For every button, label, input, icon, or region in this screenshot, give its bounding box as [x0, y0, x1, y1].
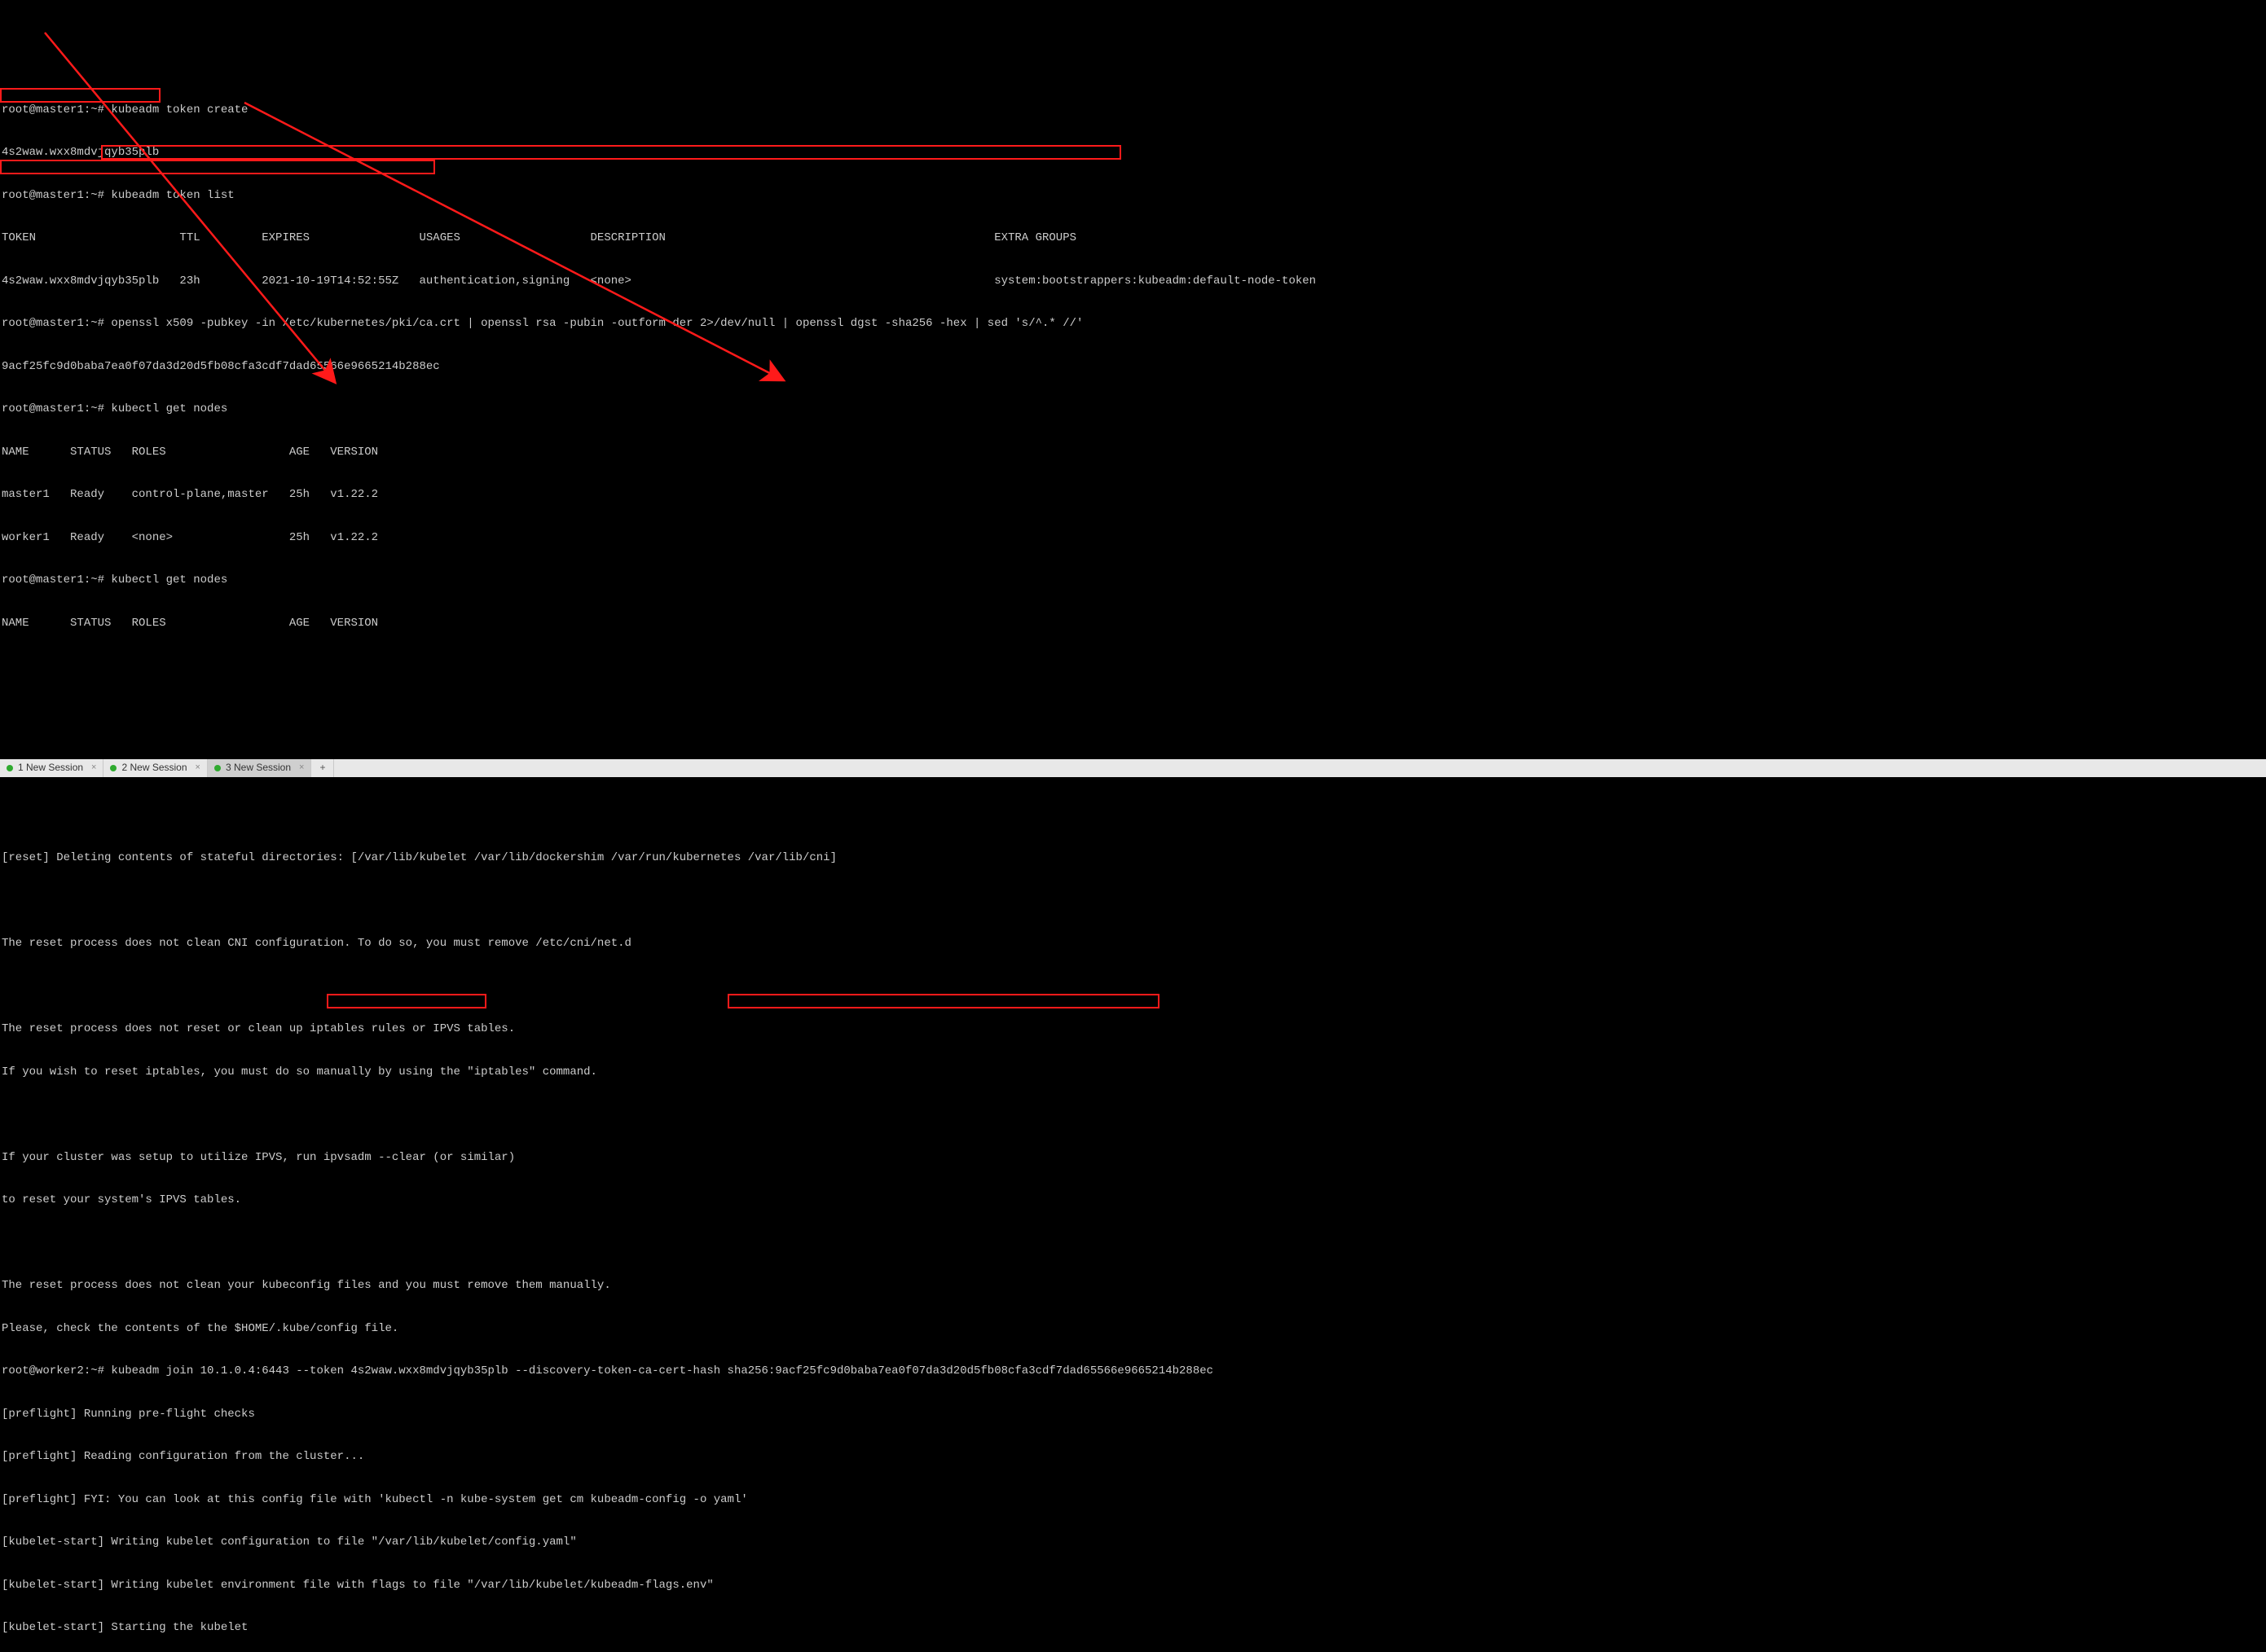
term-line [2, 894, 2264, 909]
term-line: [preflight] Reading configuration from t… [2, 1450, 2264, 1465]
term-line: NAME STATUS ROLES AGE VERSION [2, 617, 2264, 631]
annotation-box-join-token [327, 994, 486, 1008]
tab-session-1[interactable]: 1 New Session × [0, 759, 103, 777]
term-line: root@master1:~# kubectl get nodes [2, 402, 2264, 417]
term-line: root@master1:~# kubeadm token create [2, 103, 2264, 118]
tab-session-2[interactable]: 2 New Session × [103, 759, 207, 777]
term-line: master1 Ready control-plane,master 25h v… [2, 488, 2264, 503]
tab-label: 1 New Session [18, 762, 83, 774]
status-dot-icon [214, 765, 221, 771]
plus-icon: + [319, 762, 325, 774]
annotation-box-token-output [0, 88, 161, 103]
tab-label: 3 New Session [226, 762, 291, 774]
terminal-top-pane[interactable]: root@master1:~# kubeadm token create 4s2… [0, 72, 2266, 717]
term-line: [kubelet-start] Writing kubelet configur… [2, 1536, 2264, 1550]
annotation-box-sha256-output [0, 160, 435, 174]
term-line: [kubelet-start] Writing kubelet environm… [2, 1579, 2264, 1593]
terminal-bottom-pane[interactable]: [reset] Deleting contents of stateful di… [0, 819, 2266, 1652]
term-line: to reset your system's IPVS tables. [2, 1193, 2264, 1208]
term-line: NAME STATUS ROLES AGE VERSION [2, 446, 2264, 460]
term-line: The reset process does not clean your ku… [2, 1279, 2264, 1294]
term-line: worker1 Ready <none> 25h v1.22.2 [2, 531, 2264, 546]
term-line: root@worker2:~# kubeadm join 10.1.0.4:64… [2, 1364, 2264, 1379]
term-line: TOKEN TTL EXPIRES USAGES DESCRIPTION EXT… [2, 231, 2264, 246]
term-line [2, 1108, 2264, 1123]
add-tab-button[interactable]: + [311, 759, 334, 777]
term-line: [preflight] FYI: You can look at this co… [2, 1493, 2264, 1508]
term-line: If you wish to reset iptables, you must … [2, 1065, 2264, 1080]
term-line: 4s2waw.wxx8mdvjqyb35plb [2, 146, 2264, 160]
annotation-box-join-hash [728, 994, 1159, 1008]
close-icon[interactable]: × [88, 762, 96, 774]
term-line: The reset process does not reset or clea… [2, 1022, 2264, 1037]
term-line: root@master1:~# kubectl get nodes [2, 573, 2264, 588]
status-dot-icon [7, 765, 13, 771]
term-line: Please, check the contents of the $HOME/… [2, 1322, 2264, 1337]
term-line: [reset] Deleting contents of stateful di… [2, 851, 2264, 866]
term-line [2, 1237, 2264, 1251]
term-line: root@master1:~# openssl x509 -pubkey -in… [2, 317, 2264, 332]
term-line: If your cluster was setup to utilize IPV… [2, 1151, 2264, 1166]
term-line: 9acf25fc9d0baba7ea0f07da3d20d5fb08cfa3cd… [2, 360, 2264, 375]
close-icon[interactable]: × [296, 762, 304, 774]
term-line [2, 980, 2264, 995]
tab-session-3[interactable]: 3 New Session × [208, 759, 311, 777]
status-dot-icon [110, 765, 117, 771]
term-line: root@master1:~# kubeadm token list [2, 189, 2264, 204]
term-line: The reset process does not clean CNI con… [2, 937, 2264, 951]
term-line: [kubelet-start] Starting the kubelet [2, 1621, 2264, 1636]
term-line: 4s2waw.wxx8mdvjqyb35plb 23h 2021-10-19T1… [2, 275, 2264, 289]
close-icon[interactable]: × [192, 762, 200, 774]
session-tab-bar: 1 New Session × 2 New Session × 3 New Se… [0, 759, 2266, 777]
tab-label: 2 New Session [121, 762, 187, 774]
term-line: [preflight] Running pre-flight checks [2, 1408, 2264, 1422]
